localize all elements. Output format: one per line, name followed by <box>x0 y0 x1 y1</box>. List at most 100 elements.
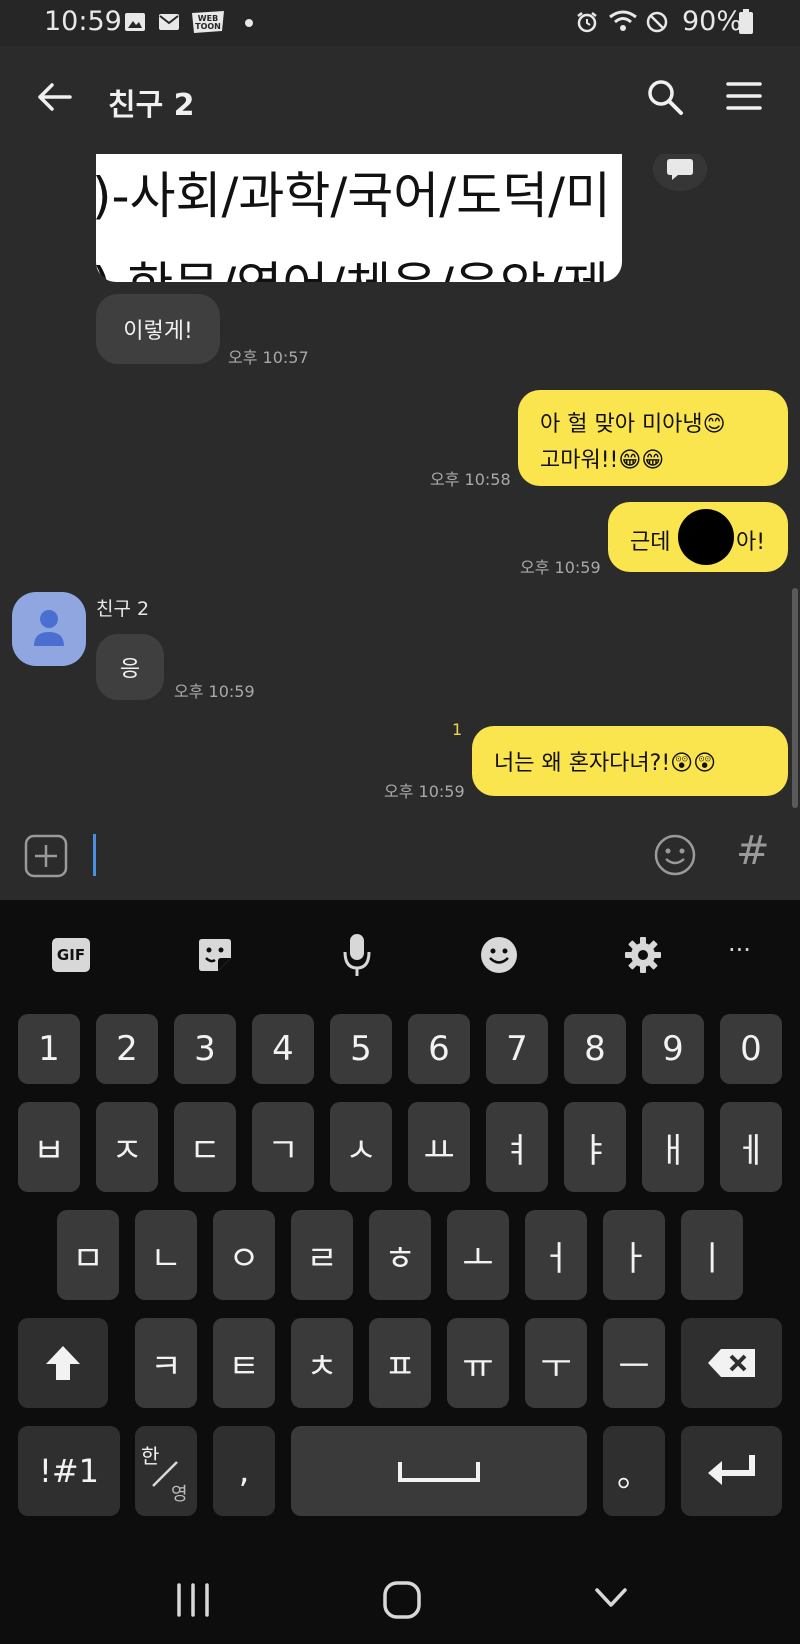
mail-icon <box>159 14 179 30</box>
chat-header: 친구 2 <box>0 46 800 154</box>
unread-count: 1 <box>452 720 463 739</box>
key-6[interactable]: 6 <box>408 1014 470 1084</box>
key-7[interactable]: 7 <box>486 1014 548 1084</box>
key-2[interactable]: 2 <box>96 1014 158 1084</box>
key-a[interactable]: ㅏ <box>603 1210 665 1300</box>
message-line: 고마워!!😁😁 <box>540 448 665 473</box>
message-input[interactable] <box>90 832 590 878</box>
shift-arrow-icon <box>46 1346 80 1380</box>
key-hieut[interactable]: ㅎ <box>369 1210 431 1300</box>
text-cursor <box>93 834 96 876</box>
status-bar: 10:59 WEB TOON 90% <box>0 0 800 46</box>
person-icon <box>34 610 64 646</box>
svg-text:TOON: TOON <box>195 22 221 31</box>
hide-keyboard-icon[interactable] <box>594 1586 628 1610</box>
space-bar-icon <box>398 1462 480 1482</box>
key-i[interactable]: ㅣ <box>681 1210 743 1300</box>
enter-key[interactable] <box>681 1426 782 1516</box>
key-nieun[interactable]: ㄴ <box>135 1210 197 1300</box>
key-giyeok[interactable]: ㄱ <box>252 1102 314 1192</box>
message-bubble-outgoing[interactable]: 아 헐 맞아 미아냉😊 고마워!!😁😁 <box>518 390 788 486</box>
avatar[interactable] <box>12 592 86 666</box>
language-english-label: 영 <box>171 1484 188 1505</box>
period-key[interactable]: 。 <box>603 1426 665 1516</box>
key-4[interactable]: 4 <box>252 1014 314 1084</box>
key-chieut[interactable]: ㅊ <box>291 1318 353 1408</box>
chat-messages[interactable]: )-사회/과학/국어/도덕/미 ) 한문/영어/체육/음악/제 이렇게! 오후 … <box>0 154 800 810</box>
message-time: 오후 10:59 <box>520 558 601 577</box>
backspace-icon <box>707 1349 755 1377</box>
menu-icon[interactable] <box>726 80 762 112</box>
key-u[interactable]: ㅜ <box>525 1318 587 1408</box>
key-ieung[interactable]: ㅇ <box>213 1210 275 1300</box>
scrollbar[interactable] <box>792 588 798 808</box>
key-yeo[interactable]: ㅕ <box>486 1102 548 1192</box>
emoji-icon[interactable] <box>654 834 696 876</box>
key-pieup[interactable]: ㅍ <box>369 1318 431 1408</box>
key-8[interactable]: 8 <box>564 1014 626 1084</box>
key-ae[interactable]: ㅐ <box>642 1102 704 1192</box>
key-digeut[interactable]: ㄷ <box>174 1102 236 1192</box>
sender-name: 친구 2 <box>96 598 150 620</box>
key-0[interactable]: 0 <box>720 1014 782 1084</box>
battery-icon <box>739 9 753 34</box>
search-icon[interactable] <box>646 78 684 116</box>
message-bubble-outgoing[interactable]: 너는 왜 혼자다녀?!😲😲 <box>472 726 788 796</box>
home-icon[interactable] <box>382 1580 422 1620</box>
emoji-keyboard-icon[interactable] <box>480 936 518 974</box>
dot-icon <box>245 19 253 27</box>
shift-key[interactable] <box>18 1318 108 1408</box>
status-time: 10:59 <box>44 6 122 37</box>
image-message-line1: )-사회/과학/국어/도덕/미 <box>96 167 611 225</box>
image-message-line2: ) 한문/영어/체육/음악/제 <box>96 246 609 282</box>
key-tieut[interactable]: ㅌ <box>213 1318 275 1408</box>
message-time: 오후 10:59 <box>174 682 255 701</box>
message-bubble-incoming[interactable]: 이렇게! <box>96 294 220 364</box>
gallery-icon <box>125 13 145 31</box>
key-ya[interactable]: ㅑ <box>564 1102 626 1192</box>
key-9[interactable]: 9 <box>642 1014 704 1084</box>
message-bubble-outgoing[interactable]: 근데 아! <box>608 502 788 572</box>
key-mieum[interactable]: ㅁ <box>57 1210 119 1300</box>
back-arrow-icon[interactable] <box>36 82 72 112</box>
key-rieul[interactable]: ㄹ <box>291 1210 353 1300</box>
space-key[interactable] <box>291 1426 587 1516</box>
key-yo[interactable]: ㅛ <box>408 1102 470 1192</box>
key-1[interactable]: 1 <box>18 1014 80 1084</box>
comma-key[interactable]: , <box>213 1426 275 1516</box>
more-options-button[interactable]: ··· <box>728 936 751 964</box>
input-bar: # <box>0 810 800 900</box>
battery-percent: 90% <box>682 6 743 37</box>
key-3[interactable]: 3 <box>174 1014 236 1084</box>
key-eu[interactable]: ㅡ <box>603 1318 665 1408</box>
key-bieup[interactable]: ㅂ <box>18 1102 80 1192</box>
message-text-end: 아! <box>736 530 766 555</box>
recent-apps-icon[interactable] <box>174 1582 212 1618</box>
redaction-mark <box>678 509 734 565</box>
webtoon-icon: WEBTOON <box>192 11 224 33</box>
backspace-key[interactable] <box>681 1318 782 1408</box>
key-5[interactable]: 5 <box>330 1014 392 1084</box>
key-siot[interactable]: ㅅ <box>330 1102 392 1192</box>
key-kieuk[interactable]: ㅋ <box>135 1318 197 1408</box>
gif-button[interactable]: GIF <box>52 938 90 972</box>
sticker-icon[interactable] <box>196 936 234 974</box>
hashtag-button[interactable]: # <box>736 828 770 874</box>
key-jieut[interactable]: ㅈ <box>96 1102 158 1192</box>
language-toggle-key[interactable]: 한 영 <box>135 1426 197 1516</box>
image-message[interactable]: )-사회/과학/국어/도덕/미 ) 한문/영어/체육/음악/제 <box>96 154 622 282</box>
key-eo[interactable]: ㅓ <box>525 1210 587 1300</box>
message-time: 오후 10:57 <box>228 348 309 367</box>
enter-icon <box>707 1455 755 1485</box>
symbols-key[interactable]: !#1 <box>18 1426 120 1516</box>
key-o[interactable]: ㅗ <box>447 1210 509 1300</box>
comment-icon[interactable] <box>652 154 708 192</box>
alarm-icon <box>577 12 597 33</box>
microphone-icon[interactable] <box>342 932 372 978</box>
key-e[interactable]: ㅔ <box>720 1102 782 1192</box>
plus-square-icon[interactable] <box>24 834 68 878</box>
settings-gear-icon[interactable] <box>624 936 662 974</box>
keyboard: GIF ··· 1 2 3 4 5 6 7 8 9 0 ㅂ ㅈ ㄷ ㄱ ㅅ ㅛ … <box>0 900 800 1520</box>
key-yu[interactable]: ㅠ <box>447 1318 509 1408</box>
message-bubble-incoming[interactable]: 응 <box>96 634 164 700</box>
